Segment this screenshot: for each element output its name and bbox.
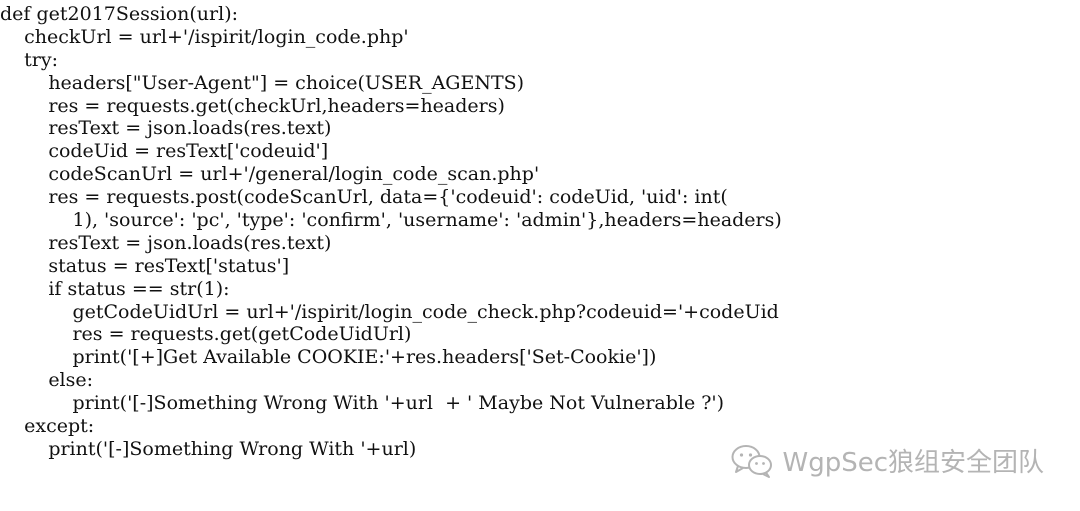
code-line: try: <box>0 48 59 71</box>
code-line: if status == str(1): <box>0 277 230 300</box>
code-line: res = requests.get(checkUrl,headers=head… <box>0 94 505 117</box>
code-line: 1), 'source': 'pc', 'type': 'confirm', '… <box>0 209 782 232</box>
code-line: resText = json.loads(res.text) <box>0 117 332 140</box>
code-line: resText = json.loads(res.text) <box>0 231 332 254</box>
code-line: else: <box>0 369 94 392</box>
code-line: res = requests.get(getCodeUidUrl) <box>0 323 412 346</box>
code-line: getCodeUidUrl = url+'/ispirit/login_code… <box>0 300 779 323</box>
code-line: codeUid = resText['codeuid'] <box>0 140 329 163</box>
wechat-icon <box>731 444 773 478</box>
code-line: print('[-]Something Wrong With '+url + '… <box>0 392 725 415</box>
code-line: print('[+]Get Available COOKIE:'+res.hea… <box>0 346 657 369</box>
code-line: headers["User-Agent"] = choice(USER_AGEN… <box>0 71 525 94</box>
code-line: checkUrl = url+'/ispirit/login_code.php' <box>0 25 409 48</box>
code-snippet: def get2017Session(url): checkUrl = url+… <box>0 3 1080 461</box>
code-line: status = resText['status'] <box>0 254 290 277</box>
watermark-text: WgpSec狼组安全团队 <box>782 448 1044 478</box>
code-line: res = requests.post(codeScanUrl, data={'… <box>0 186 728 209</box>
code-line: codeScanUrl = url+'/general/login_code_s… <box>0 163 540 186</box>
code-line: def get2017Session(url): <box>0 3 239 25</box>
code-line: except: <box>0 415 95 438</box>
watermark: WgpSec狼组安全团队 <box>730 442 1044 479</box>
